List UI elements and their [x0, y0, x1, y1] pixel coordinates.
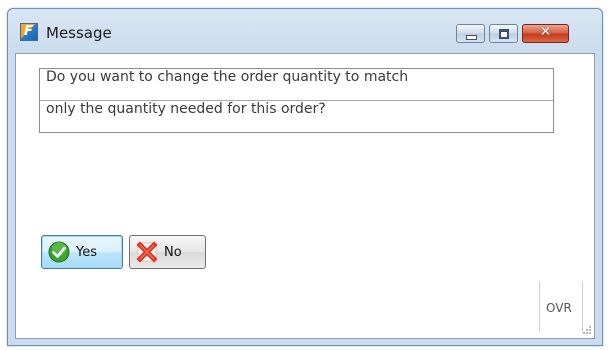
maximize-icon — [499, 29, 509, 39]
green-check-icon — [48, 241, 70, 263]
status-divider — [539, 282, 540, 332]
dialog-body: Do you want to change the order quantity… — [15, 53, 595, 339]
maximize-button[interactable] — [489, 24, 518, 43]
message-dialog: F Message ✕ Do you want to change the or… — [7, 8, 603, 346]
message-text-box: Do you want to change the order quantity… — [39, 68, 554, 133]
title-bar[interactable]: F Message ✕ — [8, 9, 602, 53]
minimize-button[interactable] — [456, 24, 485, 43]
app-logo-icon: F — [20, 23, 38, 41]
message-line-1: Do you want to change the order quantity… — [40, 69, 553, 101]
resize-grip-icon[interactable] — [582, 325, 592, 335]
yes-button-label: Yes — [76, 244, 97, 260]
no-button-label: No — [164, 244, 182, 260]
status-bar: OVR — [16, 282, 594, 338]
window-title: Message — [46, 24, 112, 42]
message-line-2: only the quantity needed for this order? — [46, 101, 326, 117]
no-button[interactable]: No — [129, 235, 206, 269]
overwrite-mode-indicator: OVR — [546, 301, 572, 315]
close-button[interactable]: ✕ — [522, 24, 569, 43]
yes-button[interactable]: Yes — [41, 235, 123, 269]
red-x-icon — [136, 241, 158, 263]
minimize-icon — [466, 35, 477, 40]
close-icon: ✕ — [539, 24, 552, 40]
